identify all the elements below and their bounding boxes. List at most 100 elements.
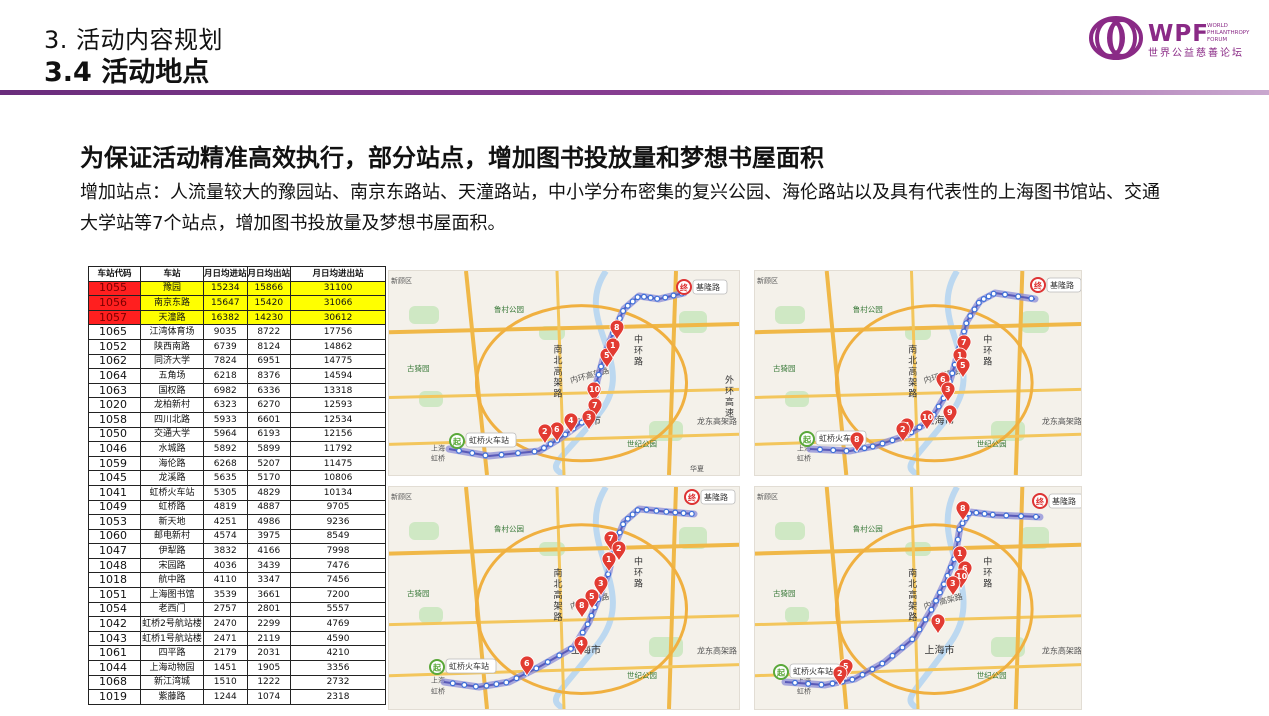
table-cell-v3: 10134 bbox=[290, 484, 387, 501]
table-cell-v3: 9705 bbox=[290, 499, 387, 516]
station-dot bbox=[869, 443, 876, 450]
station-dot bbox=[654, 295, 661, 302]
table-row: 1065 江湾体育场 9035 8722 17756 bbox=[88, 324, 387, 340]
road-label-ns: 架 bbox=[908, 601, 917, 612]
station-dot bbox=[688, 510, 695, 517]
table-cell-code: 1048 bbox=[88, 557, 141, 574]
table-cell-name: 上海动物园 bbox=[140, 660, 204, 676]
road-label-middle: 环 bbox=[634, 345, 643, 356]
table-cell-v2: 4829 bbox=[246, 484, 292, 501]
park-label: 鲁村公园 bbox=[494, 304, 524, 314]
table-cell-v3: 7200 bbox=[290, 587, 387, 603]
table-row: 1045 龙溪路 5635 5170 10806 bbox=[88, 470, 387, 486]
park-area bbox=[775, 522, 805, 540]
road-label: 龙东高架路 bbox=[1042, 646, 1081, 656]
table-cell-name: 宋园路 bbox=[140, 557, 204, 574]
end-label: 基隆路 bbox=[1052, 496, 1076, 506]
table-cell-v1: 5635 bbox=[203, 470, 248, 486]
road-label-middle: 中 bbox=[983, 333, 992, 345]
route-pin-number: 8 bbox=[579, 601, 585, 610]
table-cell-code: 1042 bbox=[88, 616, 141, 632]
road-label: 龙东高架路 bbox=[1042, 416, 1081, 426]
table-cell-v2: 2299 bbox=[246, 616, 292, 632]
station-dot bbox=[533, 665, 540, 672]
route-pin-number: 8 bbox=[854, 435, 860, 444]
station-dot bbox=[663, 508, 670, 515]
table-cell-code: 1050 bbox=[88, 426, 141, 443]
table-cell-name: 江湾体育场 bbox=[140, 324, 204, 340]
station-dot bbox=[967, 312, 974, 319]
route-pin-number: 8 bbox=[614, 323, 620, 332]
table-cell-v3: 12156 bbox=[290, 426, 387, 443]
table-cell-v1: 6218 bbox=[203, 368, 248, 384]
station-dot bbox=[584, 621, 591, 628]
table-cell-v3: 5557 bbox=[290, 601, 387, 618]
table-cell-code: 1049 bbox=[88, 499, 141, 516]
airport-label: 虹桥 bbox=[797, 454, 811, 463]
station-dot bbox=[818, 681, 825, 688]
table-cell-v1: 6739 bbox=[203, 338, 248, 355]
road-label-ns: 北 bbox=[554, 579, 563, 590]
road-label-outer: 环 bbox=[725, 386, 734, 397]
table-cell-v2: 6601 bbox=[246, 411, 292, 428]
table-cell-v3: 14775 bbox=[290, 353, 387, 370]
table-cell-v3: 17756 bbox=[290, 324, 387, 340]
station-dot bbox=[643, 506, 650, 513]
subsection-heading: 3.4 活动地点 bbox=[44, 57, 210, 88]
table-cell-v1: 6268 bbox=[203, 455, 248, 472]
station-dot bbox=[498, 451, 505, 458]
table-row: 1056 南京东路 15647 15420 31066 bbox=[88, 295, 387, 311]
park-area bbox=[419, 391, 443, 407]
table-cell-name: 五角场 bbox=[140, 368, 204, 384]
station-dot bbox=[449, 680, 456, 687]
park-area bbox=[1021, 311, 1049, 333]
station-dot bbox=[1032, 513, 1039, 520]
table-cell-code: 1019 bbox=[88, 689, 141, 705]
road-label-ns: 南 bbox=[908, 344, 917, 356]
table-cell-code: 1053 bbox=[88, 514, 141, 530]
table-cell-v1: 15234 bbox=[203, 280, 248, 297]
table-cell-v3: 2732 bbox=[290, 674, 387, 691]
header-divider bbox=[0, 90, 1269, 95]
route-pin-number: 2 bbox=[900, 425, 906, 434]
table-cell-v3: 7476 bbox=[290, 557, 387, 574]
station-dot bbox=[531, 448, 538, 455]
table-cell-name: 海伦路 bbox=[140, 455, 204, 472]
road-label-ns: 架 bbox=[908, 378, 917, 389]
logo-abbr: WPF bbox=[1148, 21, 1209, 47]
station-dot bbox=[1018, 513, 1025, 520]
table-cell-v2: 2119 bbox=[246, 630, 292, 647]
station-dot bbox=[620, 307, 627, 314]
table-row: 1020 龙柏新村 6323 6270 12593 bbox=[88, 397, 387, 413]
table-cell-v2: 4887 bbox=[246, 499, 292, 516]
road-label-ns: 架 bbox=[554, 601, 563, 612]
end-badge: 终 bbox=[1033, 281, 1043, 291]
table-cell-v2: 8376 bbox=[246, 368, 292, 384]
station-dot bbox=[634, 507, 641, 514]
table-row: 1053 新天地 4251 4986 9236 bbox=[88, 514, 387, 530]
route-pin-number: 6 bbox=[524, 659, 530, 668]
table-cell-v1: 5964 bbox=[203, 426, 248, 443]
station-dot bbox=[472, 683, 479, 690]
station-dot bbox=[947, 564, 954, 571]
station-dot bbox=[455, 447, 462, 454]
station-dot bbox=[859, 671, 866, 678]
table-cell-v1: 4110 bbox=[203, 572, 248, 589]
table-row: 1046 水城路 5892 5899 11792 bbox=[88, 441, 387, 457]
table-cell-v2: 2031 bbox=[246, 645, 292, 662]
table-cell-code: 1046 bbox=[88, 441, 141, 457]
station-dot bbox=[624, 302, 631, 309]
park-label: 世纪公园 bbox=[627, 438, 657, 448]
road-label-ns: 高 bbox=[554, 366, 563, 378]
station-dot bbox=[980, 296, 987, 303]
road-label-middle: 环 bbox=[983, 568, 992, 579]
road-label-outer: 高 bbox=[725, 396, 734, 408]
area-label: 新顾区 bbox=[757, 276, 778, 285]
table-cell-name: 虹桥火车站 bbox=[140, 484, 204, 501]
station-dot bbox=[544, 659, 551, 666]
table-cell-v2: 14230 bbox=[246, 309, 292, 326]
road-label-middle: 环 bbox=[983, 345, 992, 356]
table-cell-name: 虹桥1号航站楼 bbox=[140, 630, 204, 647]
table-cell-v2: 4986 bbox=[246, 514, 292, 530]
road-label-ns: 南 bbox=[554, 344, 563, 356]
